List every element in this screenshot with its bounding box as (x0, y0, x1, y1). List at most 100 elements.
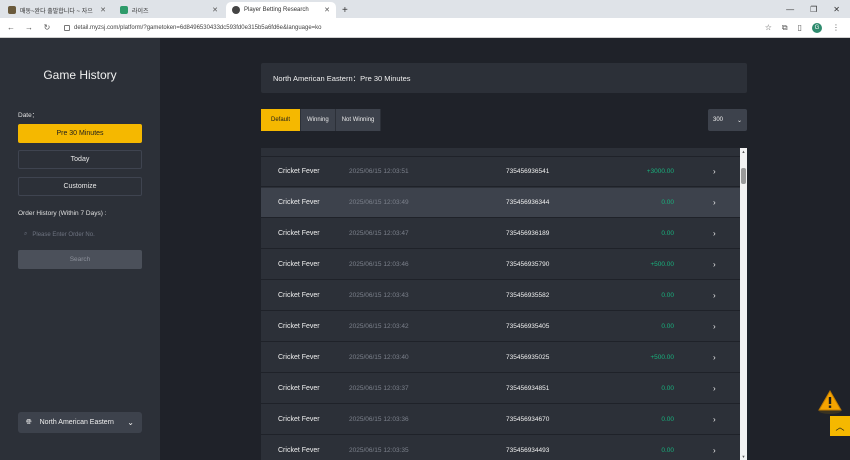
win-amount: +3000.00 (646, 168, 674, 175)
chevron-right-icon[interactable]: › (713, 167, 716, 176)
extensions-icon[interactable]: ⧉ (782, 23, 788, 33)
chevron-down-icon: ⌄ (127, 418, 134, 427)
chevron-right-icon[interactable]: › (713, 198, 716, 207)
date-label: Date： (18, 112, 39, 119)
chevron-up-icon: ︿ (835, 421, 845, 432)
scroll-to-top-button[interactable]: ︿ (830, 416, 850, 436)
tab-favicon-icon (232, 6, 240, 14)
profile-avatar[interactable]: G (812, 22, 822, 33)
filter-default[interactable]: Default (261, 109, 301, 131)
url-field[interactable]: detail.myzsj.com/platform/?gametoken=6d8… (64, 24, 322, 31)
game-name: Cricket Fever (278, 230, 320, 237)
back-icon[interactable]: ← (4, 23, 18, 32)
chevron-right-icon[interactable]: › (713, 415, 716, 424)
browser-tab-2[interactable]: 라이즈 ✕ (114, 2, 224, 18)
date-option-pre-30-minutes[interactable]: Pre 30 Minutes (18, 124, 142, 143)
order-number: 735456934851 (506, 385, 550, 392)
minimize-icon[interactable]: — (786, 5, 794, 14)
tab-favicon-icon (120, 6, 128, 14)
win-amount: 0.00 (661, 230, 674, 237)
forward-icon[interactable]: → (22, 23, 36, 32)
order-number: 735456935790 (506, 261, 550, 268)
address-bar: ← → ↻ detail.myzsj.com/platform/?gametok… (0, 18, 850, 38)
close-icon[interactable]: ✕ (100, 6, 106, 14)
lock-icon (64, 24, 70, 31)
date-option-customize[interactable]: Customize (18, 177, 142, 196)
game-name: Cricket Fever (278, 385, 320, 392)
url-text: detail.myzsj.com/platform/?gametoken=6d8… (74, 24, 322, 31)
table-row[interactable]: Cricket Fever 2025/06/15 12:03:51 735456… (261, 157, 740, 187)
browser-tab-3[interactable]: Player Betting Research ✕ (226, 2, 336, 18)
bet-time: 2025/06/15 12:03:40 (349, 354, 409, 361)
bet-time: 2025/06/15 12:03:43 (349, 292, 409, 299)
chevron-down-icon: ⌄ (736, 117, 742, 124)
close-icon[interactable]: ✕ (212, 6, 218, 14)
table-row[interactable]: Cricket Fever 2025/06/15 12:03:49 735456… (261, 188, 740, 218)
game-name: Cricket Fever (278, 199, 320, 206)
game-name: Cricket Fever (278, 447, 320, 454)
table-row[interactable]: Cricket Fever 2025/06/15 12:03:35 735456… (261, 436, 740, 460)
scroll-up-icon[interactable]: ▲ (740, 149, 747, 154)
address-bar-actions: ☆ ⧉ ▯ G ⋮ (765, 22, 850, 33)
region-header: North American Eastern：Pre 30 Minutes (261, 63, 747, 93)
search-button[interactable]: Search (18, 250, 142, 269)
win-amount: 0.00 (661, 292, 674, 299)
win-amount: +500.00 (650, 261, 674, 268)
region-selector[interactable]: 🌐︎ North American Eastern ⌄ (18, 412, 142, 433)
bookmark-star-icon[interactable]: ☆ (765, 23, 772, 32)
win-amount: 0.00 (661, 385, 674, 392)
table-row[interactable]: Cricket Fever 2025/06/15 12:03:43 735456… (261, 281, 740, 311)
win-amount: 0.00 (661, 447, 674, 454)
table-row[interactable]: Cricket Fever 2025/06/15 12:03:42 735456… (261, 312, 740, 342)
close-icon[interactable]: ✕ (324, 6, 330, 14)
scroll-down-icon[interactable]: ▼ (740, 454, 747, 459)
page-size-select[interactable]: 300 ⌄ (708, 109, 747, 131)
tab-title: 매동~완다 출발합니다 ~ 자으 (20, 8, 93, 15)
game-name: Cricket Fever (278, 261, 320, 268)
browser-tab-bar: 매동~완다 출발합니다 ~ 자으 ✕ 라이즈 ✕ Player Betting … (0, 0, 850, 18)
main-panel: North American Eastern：Pre 30 Minutes De… (160, 38, 850, 460)
game-name: Cricket Fever (278, 323, 320, 330)
table-row[interactable] (261, 148, 740, 157)
date-option-today[interactable]: Today (18, 150, 142, 169)
chevron-right-icon[interactable]: › (713, 384, 716, 393)
game-name: Cricket Fever (278, 292, 320, 299)
warning-icon[interactable] (817, 389, 843, 415)
menu-kebab-icon[interactable]: ⋮ (832, 23, 840, 32)
order-number: 735456935405 (506, 323, 550, 330)
chevron-right-icon[interactable]: › (713, 291, 716, 300)
win-amount: 0.00 (661, 199, 674, 206)
table-row[interactable]: Cricket Fever 2025/06/15 12:03:46 735456… (261, 250, 740, 280)
chevron-right-icon[interactable]: › (713, 353, 716, 362)
tab-title: 라이즈 (132, 8, 149, 15)
browser-tab-1[interactable]: 매동~완다 출발합니다 ~ 자으 ✕ (2, 2, 112, 18)
table-row[interactable]: Cricket Fever 2025/06/15 12:03:37 735456… (261, 374, 740, 404)
win-amount: +500.00 (650, 354, 674, 361)
table-row[interactable]: Cricket Fever 2025/06/15 12:03:40 735456… (261, 343, 740, 373)
chevron-right-icon[interactable]: › (713, 322, 716, 331)
chevron-right-icon[interactable]: › (713, 229, 716, 238)
filter-winning[interactable]: Winning (301, 109, 336, 131)
chevron-right-icon[interactable]: › (713, 260, 716, 269)
list-scrollbar[interactable]: ▲ ▼ (740, 148, 747, 460)
reload-icon[interactable]: ↻ (40, 23, 54, 32)
table-row[interactable]: Cricket Fever 2025/06/15 12:03:36 735456… (261, 405, 740, 435)
bet-time: 2025/06/15 12:03:49 (349, 199, 409, 206)
filter-not-winning[interactable]: Not Winning (335, 109, 382, 131)
order-number: 735456936344 (506, 199, 550, 206)
new-tab-icon[interactable]: + (336, 2, 354, 18)
search-icon: ⌕ (24, 231, 28, 237)
split-view-icon[interactable]: ▯ (798, 23, 802, 32)
chevron-right-icon[interactable]: › (713, 446, 716, 455)
order-number: 735456936541 (506, 168, 550, 175)
order-search-input[interactable]: ⌕ Please Enter Order No. (18, 225, 142, 244)
bet-history-list: Cricket Fever 2025/06/15 12:03:51 735456… (261, 148, 747, 460)
close-window-icon[interactable]: ✕ (833, 5, 840, 14)
game-name: Cricket Fever (278, 354, 320, 361)
scrollbar-thumb[interactable] (741, 168, 746, 184)
maximize-icon[interactable]: ❐ (810, 5, 817, 14)
page-size-value: 300 (713, 117, 724, 123)
bet-time: 2025/06/15 12:03:35 (349, 447, 409, 454)
result-filters: Default Winning Not Winning (261, 109, 382, 131)
table-row[interactable]: Cricket Fever 2025/06/15 12:03:47 735456… (261, 219, 740, 249)
